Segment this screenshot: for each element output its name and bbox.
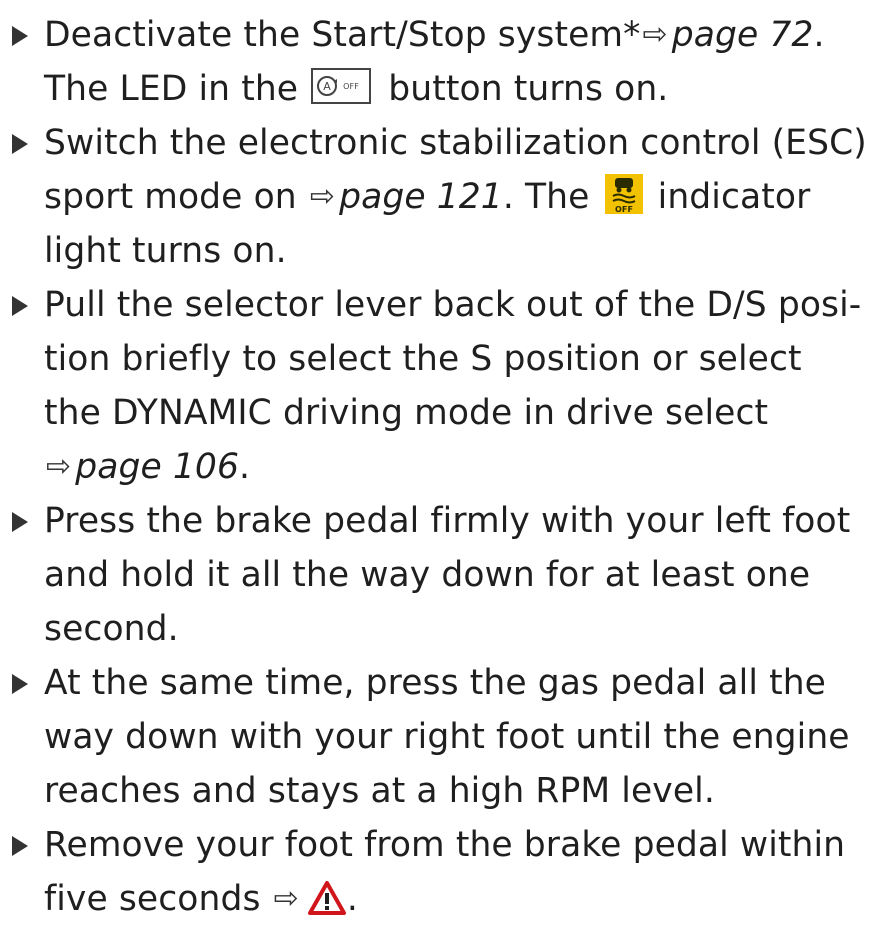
svg-text:A: A [323,80,331,93]
arrow-icon: ⇨ [642,17,668,52]
svg-text:OFF: OFF [615,205,633,214]
svg-text:OFF: OFF [343,82,359,91]
step-gas-pedal: At the same time, press the gas pedal al… [0,656,873,818]
step-text: Pull the selector lever back out of the … [44,285,862,433]
step-text: Remove your foot from the brake pedal wi… [44,825,846,919]
esc-off-indicator-icon: OFF [604,174,643,214]
arrow-icon: ⇨ [309,179,336,214]
step-selector-lever: Pull the selector lever back out of the … [0,278,873,494]
bullet-icon [12,836,28,856]
bullet-icon [12,674,28,694]
arrow-icon: ⇨ [46,449,72,484]
step-text: . [813,15,825,55]
step-esc-sport-mode: Switch the electronic stabilization cont… [0,116,873,278]
bullet-icon [12,26,28,46]
page-reference-link[interactable]: page 121 [339,177,503,217]
step-deactivate-start-stop: Deactivate the Start/Stop system*⇨ page 7… [0,8,873,116]
step-text: . The [502,177,590,217]
bullet-icon [12,512,28,532]
warning-triangle-icon[interactable] [307,878,347,932]
step-brake-pedal: Press the brake pedal firmly with your l… [0,494,873,656]
step-text: The LED in the [44,69,299,109]
step-text: At the same time, press the gas pedal al… [44,663,850,811]
page-reference-link[interactable]: page 72 [672,15,814,55]
step-text: . [346,879,358,919]
step-remove-foot: Remove your foot from the brake pedal wi… [0,818,873,932]
bullet-icon [12,134,28,154]
page-reference-link[interactable]: page 106 [75,447,239,487]
step-text: Press the brake pedal firmly with your l… [44,501,851,649]
step-text: . [239,447,251,487]
step-text: Deactivate the Start/Stop system* [44,15,641,55]
instruction-steps: Deactivate the Start/Stop system*⇨ page 7… [0,0,873,932]
bullet-icon [12,296,28,316]
start-stop-off-button-icon: A OFF [311,68,372,104]
arrow-icon: ⇨ [273,881,299,916]
step-text: button turns on. [388,69,669,109]
